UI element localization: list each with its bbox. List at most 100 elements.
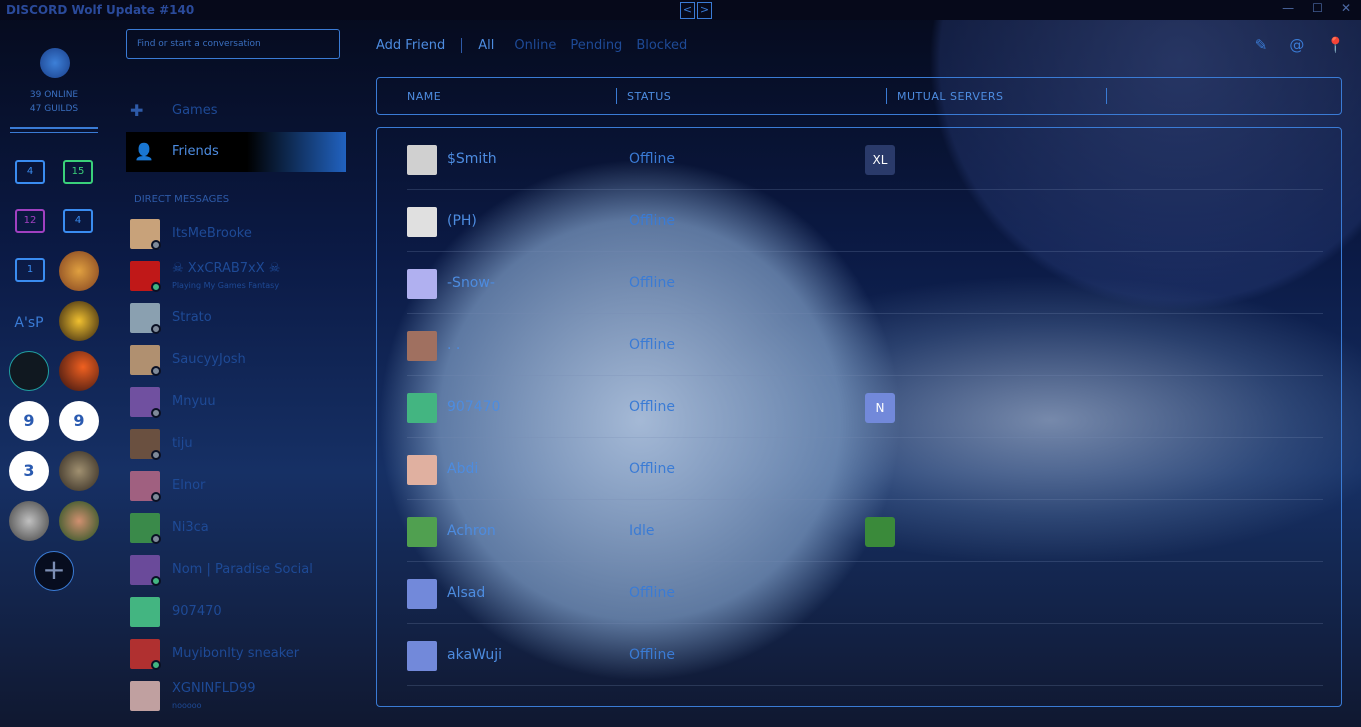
server-folder[interactable]: 12 (15, 209, 45, 233)
friends-table-header: NAME STATUS MUTUAL SERVERS (376, 77, 1342, 115)
friend-row[interactable]: . . Offline (377, 314, 1341, 376)
server-text-icon[interactable]: A'sP (9, 303, 49, 343)
server-folder[interactable]: 1 (15, 258, 45, 282)
row-divider (407, 685, 1323, 686)
dm-name: Nom | Paradise Social (172, 562, 313, 577)
avatar (407, 269, 437, 299)
friend-row[interactable]: -Snow- Offline (377, 252, 1341, 314)
friend-status: Offline (629, 151, 675, 167)
server-icon[interactable] (59, 351, 99, 391)
header-mutual-servers[interactable]: MUTUAL SERVERS (897, 90, 1004, 103)
folder-count: 15 (71, 166, 85, 177)
mutual-server-icon[interactable]: XL (865, 145, 895, 175)
friend-row[interactable]: Alsad Offline (377, 562, 1341, 624)
dm-item[interactable]: Ni3ca (130, 513, 380, 545)
minimize-button[interactable]: — (1282, 1, 1294, 15)
header-name[interactable]: NAME (407, 90, 441, 103)
server-icon[interactable] (59, 301, 99, 341)
mutual-server-icon[interactable]: N (865, 393, 895, 423)
header-divider (616, 88, 617, 104)
friend-name: akaWuji (447, 647, 503, 663)
dm-item[interactable]: tiju (130, 429, 380, 461)
server-icon[interactable] (9, 501, 49, 541)
avatar (407, 579, 437, 609)
server-icon[interactable]: 3 (9, 451, 49, 491)
avatar (407, 145, 437, 175)
header-status[interactable]: STATUS (627, 90, 671, 103)
avatar (407, 331, 437, 361)
friend-status: Offline (629, 399, 675, 415)
nav-friends[interactable]: 👤 Friends (126, 132, 346, 172)
friend-row[interactable]: Achron Idle (377, 500, 1341, 562)
at-mention-icon[interactable]: @ (1289, 36, 1304, 54)
tab-pending[interactable]: Pending (570, 38, 622, 53)
server-icon[interactable] (9, 351, 49, 391)
friend-status: Offline (629, 461, 675, 477)
presence-indicator (151, 324, 161, 334)
dm-name: ItsMeBrooke (172, 226, 252, 241)
tab-all[interactable]: All (478, 38, 494, 53)
presence-indicator (151, 366, 161, 376)
friend-row[interactable]: 907470 Offline N (377, 376, 1341, 438)
back-button[interactable]: < (680, 2, 695, 19)
dm-item[interactable]: Strato (130, 303, 380, 335)
add-friend-button[interactable]: Add Friend (376, 37, 463, 53)
server-icon[interactable]: 9 (59, 401, 99, 441)
dm-name: 907470 (172, 604, 222, 619)
avatar (407, 207, 437, 237)
dm-item[interactable]: Mnyuu (130, 387, 380, 419)
friend-row[interactable]: $Smith Offline XL (377, 128, 1341, 190)
friend-status: Idle (629, 523, 655, 539)
presence-indicator (151, 534, 161, 544)
search-box[interactable] (126, 29, 340, 59)
avatar (407, 455, 437, 485)
server-folder[interactable]: 4 (63, 209, 93, 233)
dm-item[interactable]: ItsMeBrooke (130, 219, 380, 251)
add-server-button[interactable]: + (34, 551, 74, 591)
tab-blocked[interactable]: Blocked (636, 38, 687, 53)
discord-logo-icon[interactable] (40, 48, 70, 78)
presence-indicator (151, 492, 161, 502)
forward-button[interactable]: > (697, 2, 712, 19)
close-button[interactable]: ✕ (1341, 1, 1351, 15)
dm-item[interactable]: XGNINFLD99 nooooo (130, 681, 380, 713)
server-icon[interactable] (59, 251, 99, 291)
search-input[interactable] (135, 38, 339, 50)
server-folder[interactable]: 4 (15, 160, 45, 184)
mutual-server-icon[interactable] (865, 517, 895, 547)
dm-name: tiju (172, 436, 193, 451)
folder-count: 4 (26, 166, 34, 177)
friend-status: Offline (629, 213, 675, 229)
dm-item[interactable]: 907470 (130, 597, 380, 629)
server-icon[interactable] (59, 501, 99, 541)
dm-item[interactable]: ☠ XxCRAB7xX ☠ Playing My Games Fantasy (130, 261, 380, 293)
presence-indicator (151, 240, 161, 250)
dm-name: SaucyyJosh (172, 352, 246, 367)
friend-row[interactable]: (PH) Offline (377, 190, 1341, 252)
folder-count: 12 (23, 215, 37, 226)
window-controls: — ☐ ✕ (1282, 1, 1351, 15)
friend-name: Alsad (447, 585, 486, 601)
dm-item[interactable]: Elnor (130, 471, 380, 503)
dm-item[interactable]: SaucyyJosh (130, 345, 380, 377)
dm-item[interactable]: Nom | Paradise Social (130, 555, 380, 587)
guild-count: 47 GUILDS (29, 104, 79, 114)
tab-online[interactable]: Online (514, 38, 556, 53)
presence-indicator (151, 282, 161, 292)
maximize-button[interactable]: ☐ (1312, 1, 1323, 15)
topbar-icons: ✎ @ 📍 (1255, 36, 1345, 54)
server-folder[interactable]: 15 (63, 160, 93, 184)
new-group-dm-icon[interactable]: ✎ (1255, 36, 1268, 54)
presence-indicator (151, 660, 161, 670)
dm-activity: nooooo (172, 701, 202, 710)
friend-name: 907470 (447, 399, 501, 415)
app-title: DISCORD Wolf Update #140 (6, 3, 195, 17)
dm-item[interactable]: Muyibonlty sneaker (130, 639, 380, 671)
friend-row[interactable]: Abdi Offline (377, 438, 1341, 500)
pin-icon[interactable]: 📍 (1326, 36, 1345, 54)
server-icon[interactable]: 9 (9, 401, 49, 441)
friend-row[interactable]: akaWuji Offline (377, 624, 1341, 686)
nav-games[interactable]: ✚ Games (130, 90, 217, 130)
server-icon[interactable] (59, 451, 99, 491)
online-counts: 39 ONLINE 47 GUILDS (0, 86, 108, 118)
